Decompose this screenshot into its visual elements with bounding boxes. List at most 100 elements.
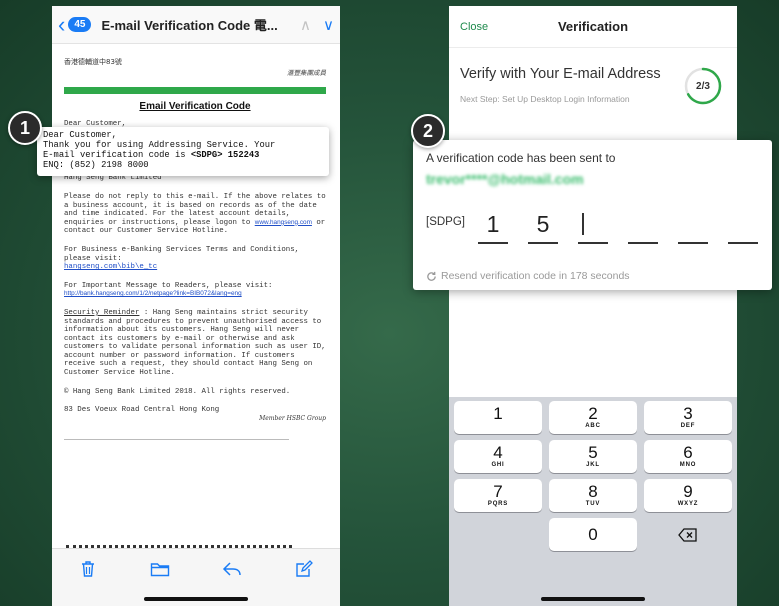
keypad-key-3[interactable]: 3 DEF	[644, 401, 732, 434]
keypad-key-2[interactable]: 2 ABC	[549, 401, 637, 434]
keypad-key-1[interactable]: 1	[454, 401, 542, 434]
security-title: Security Reminder	[64, 308, 140, 317]
code-digit-field[interactable]	[678, 208, 708, 244]
verification-code: <SDPG> 152243	[190, 150, 260, 160]
compose-icon[interactable]	[293, 558, 315, 580]
next-email-icon[interactable]: ∨	[323, 16, 334, 34]
resend-code-link[interactable]: Resend verification code in 178 seconds	[426, 270, 630, 282]
email-subject: E-mail Verification Code 電...	[101, 18, 278, 33]
folder-icon[interactable]	[149, 558, 171, 580]
key-letters: PQRS	[487, 501, 509, 507]
copyright-text: © Hang Seng Bank Limited 2018. All right…	[64, 387, 291, 396]
email-title: Email Verification Code	[139, 101, 251, 113]
key-letters: ABC	[585, 423, 601, 429]
back-chevron-icon[interactable]: ‹	[58, 13, 65, 36]
key-letters: MNO	[679, 462, 697, 468]
key-digit: 1	[493, 404, 503, 423]
page-title: Verification	[557, 19, 629, 34]
key-digit: 4	[493, 443, 503, 462]
code-digit-value	[678, 208, 708, 241]
code-digit-value	[728, 208, 758, 241]
callout-greeting: Dear Customer,	[43, 130, 117, 140]
member-hsbc-text: Member HSBC Group	[259, 414, 326, 422]
unread-count-badge[interactable]: 45	[68, 17, 92, 32]
footer-address: 83 Des Voeux Road Central Hong Kong	[64, 406, 220, 415]
important-link[interactable]: http://bank.hangseng.com/1/2/netpage?lin…	[64, 290, 242, 297]
security-text: : Hang Seng maintains strict security st…	[64, 308, 326, 378]
key-letters: WXYZ	[677, 501, 699, 507]
key-digit: 3	[683, 404, 693, 423]
keypad-key-8[interactable]: 8 TUV	[549, 479, 637, 512]
text-cursor	[582, 213, 584, 235]
callout-enquiry-line: ENQ: (852) 2198 8000	[43, 160, 149, 170]
terms-paragraph: For Business e-Banking Services Terms an…	[64, 246, 326, 272]
code-digit-field[interactable]	[628, 208, 658, 244]
bank-address-cn: 香港德輔道中83號	[64, 58, 122, 66]
keypad-empty-slot	[454, 518, 542, 551]
security-paragraph: Security Reminder : Hang Seng maintains …	[64, 309, 326, 378]
masked-email: trevor****@hotmail.com	[426, 171, 584, 187]
email-app-screen: ‹ 45 E-mail Verification Code 電... ∧ ∨ 香…	[52, 6, 340, 606]
terms-text: For Business e-Banking Services Terms an…	[64, 245, 300, 263]
key-letters: TUV	[585, 501, 601, 507]
step-2-marker: 2	[411, 114, 445, 148]
code-digit-value: 5	[536, 211, 550, 237]
close-button[interactable]: Close	[460, 21, 488, 33]
code-sent-text: A verification code has been sent to	[426, 151, 616, 165]
keypad-key-9[interactable]: 9 WXYZ	[644, 479, 732, 512]
key-digit: 6	[683, 443, 693, 462]
terms-link[interactable]: hangseng.com\bib\e_tc	[64, 263, 157, 271]
code-entry-callout: A verification code has been sent to tre…	[413, 140, 772, 290]
key-digit: 2	[588, 404, 598, 423]
do-not-reply-paragraph: Please do not reply to this e-mail. If t…	[64, 193, 326, 236]
callout-line1: Thank you for using Addressing Service. …	[43, 140, 276, 150]
callout-line2-prefix: E-mail verification code is	[43, 150, 191, 160]
backspace-icon	[678, 527, 697, 542]
keypad-key-0[interactable]: 0	[549, 518, 637, 551]
digit-underline	[728, 242, 758, 244]
key-letters: DEF	[680, 423, 696, 429]
code-digit-field[interactable]: 5	[528, 208, 558, 244]
keypad-key-6[interactable]: 6 MNO	[644, 440, 732, 473]
email-nav-bar: ‹ 45 E-mail Verification Code 電... ∧ ∨	[52, 6, 340, 44]
key-digit: 5	[588, 443, 598, 462]
website-link[interactable]: www.hangseng.com	[255, 219, 312, 226]
key-digit: 0	[588, 525, 598, 544]
digit-underline	[678, 242, 708, 244]
digit-underline	[578, 242, 608, 244]
step-1-marker: 1	[8, 111, 42, 145]
digit-underline	[478, 242, 508, 244]
home-indicator[interactable]	[541, 597, 645, 601]
home-indicator[interactable]	[144, 597, 248, 601]
resend-code-text: Resend verification code in 178 seconds	[441, 270, 630, 282]
email-body: 香港德輔道中83號 滙豐集團成員 Email Verification Code…	[64, 50, 326, 441]
trash-icon[interactable]	[77, 558, 99, 580]
step-progress-label: 2/3	[696, 80, 710, 92]
previous-email-icon[interactable]: ∧	[300, 16, 311, 34]
key-digit: 7	[493, 482, 503, 501]
keypad-key-4[interactable]: 4 GHI	[454, 440, 542, 473]
code-digit-value	[628, 208, 658, 241]
numeric-keypad: 1 2 ABC 3 DEF 4 GHI 5 JKL 6 MNO 7 PQRS 8 TUV 9 WXYZ 0	[449, 397, 737, 606]
code-digit-field[interactable]	[578, 208, 608, 244]
code-digit-field[interactable]	[728, 208, 758, 244]
verify-heading: Verify with Your E-mail Address	[460, 66, 661, 82]
refresh-icon	[427, 271, 436, 281]
key-digit: 9	[683, 482, 693, 501]
key-digit: 8	[588, 482, 598, 501]
key-letters: JKL	[586, 462, 600, 468]
footer-divider	[64, 439, 289, 441]
code-digit-value: 1	[486, 211, 500, 237]
code-prefix: [SDPG]	[426, 216, 465, 228]
key-letters: GHI	[491, 462, 505, 468]
keypad-key-7[interactable]: 7 PQRS	[454, 479, 542, 512]
digit-underline	[628, 242, 658, 244]
verification-app-screen: Close Verification Verify with Your E-ma…	[449, 6, 737, 606]
important-paragraph: For Important Message to Readers, please…	[64, 282, 326, 299]
bank-group-cn: 滙豐集團成員	[287, 68, 326, 77]
code-digit-field[interactable]: 1	[478, 208, 508, 244]
important-text: For Important Message to Readers, please…	[64, 281, 273, 290]
keypad-key-5[interactable]: 5 JKL	[549, 440, 637, 473]
backspace-key[interactable]	[644, 518, 732, 551]
reply-icon[interactable]	[221, 558, 243, 580]
